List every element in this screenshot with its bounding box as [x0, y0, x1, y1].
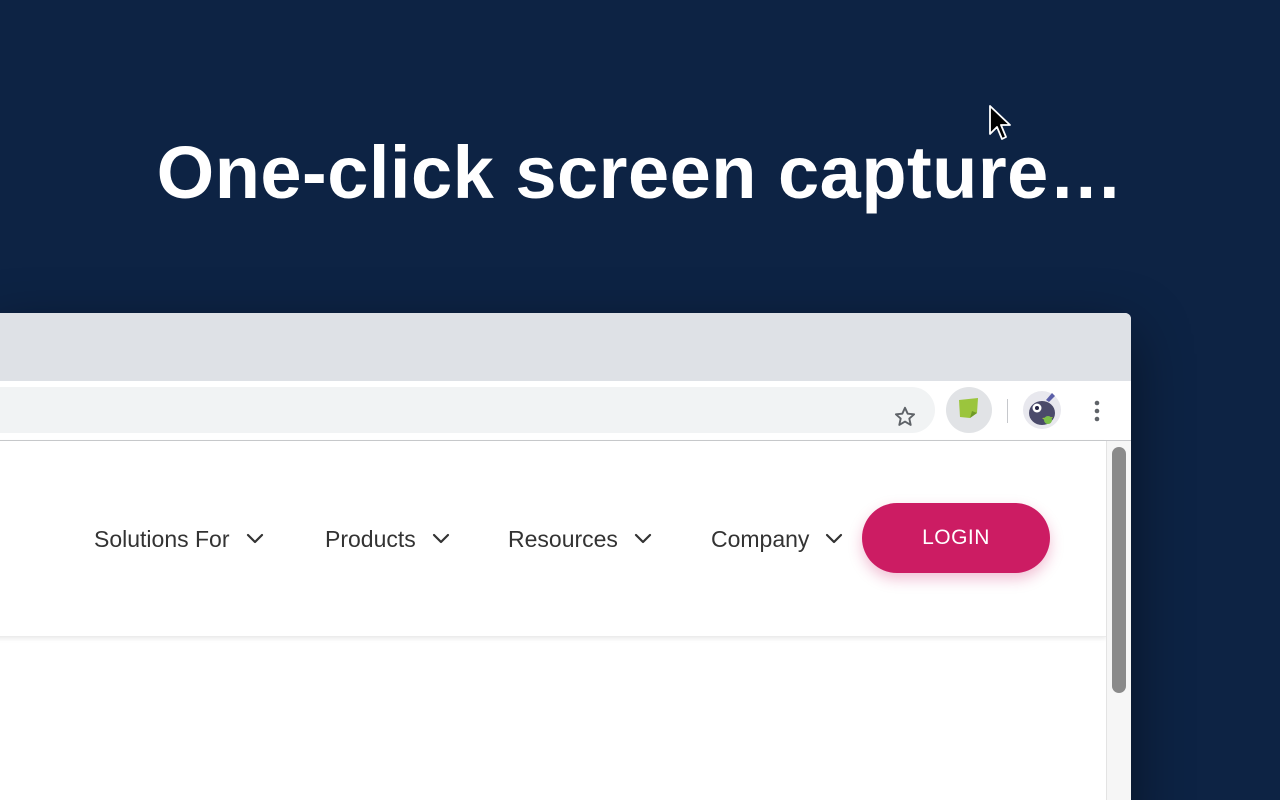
toolbar-separator — [1007, 399, 1008, 423]
nav-label: Company — [711, 525, 810, 552]
nav-label: Products — [325, 525, 416, 552]
headline: One-click screen capture… — [156, 131, 1124, 214]
chevron-down-icon — [634, 533, 652, 545]
green-note-extension-icon — [956, 396, 982, 425]
star-outline-icon[interactable] — [890, 402, 920, 432]
site-header: Solutions For Products Resources Company… — [0, 441, 1106, 637]
nav-label: Resources — [508, 525, 618, 552]
nav-company[interactable]: Company — [711, 523, 843, 555]
scrollbar[interactable] — [1106, 441, 1131, 800]
chevron-down-icon — [432, 533, 450, 545]
profile-avatar-icon[interactable] — [1022, 390, 1062, 430]
login-button[interactable]: LOGIN — [862, 503, 1050, 573]
extension-button[interactable] — [946, 387, 992, 433]
scrollbar-thumb[interactable] — [1112, 447, 1126, 693]
nav-resources[interactable]: Resources — [508, 523, 652, 555]
nav-products[interactable]: Products — [325, 523, 450, 555]
mouse-cursor-icon — [988, 104, 1012, 144]
chevron-down-icon — [246, 533, 264, 545]
nav-label: Solutions For — [94, 525, 230, 552]
promo-stage: One-click screen capture… Solutions For … — [0, 0, 1280, 800]
page-viewport: Solutions For Products Resources Company… — [0, 441, 1106, 800]
vertical-dots-icon[interactable] — [1086, 397, 1108, 425]
browser-toolbar — [0, 381, 1131, 441]
address-bar[interactable] — [0, 387, 935, 433]
chevron-down-icon — [825, 533, 843, 545]
nav-solutions-for[interactable]: Solutions For — [94, 523, 264, 555]
browser-window: Solutions For Products Resources Company… — [0, 313, 1131, 800]
tab-strip — [0, 313, 1131, 381]
